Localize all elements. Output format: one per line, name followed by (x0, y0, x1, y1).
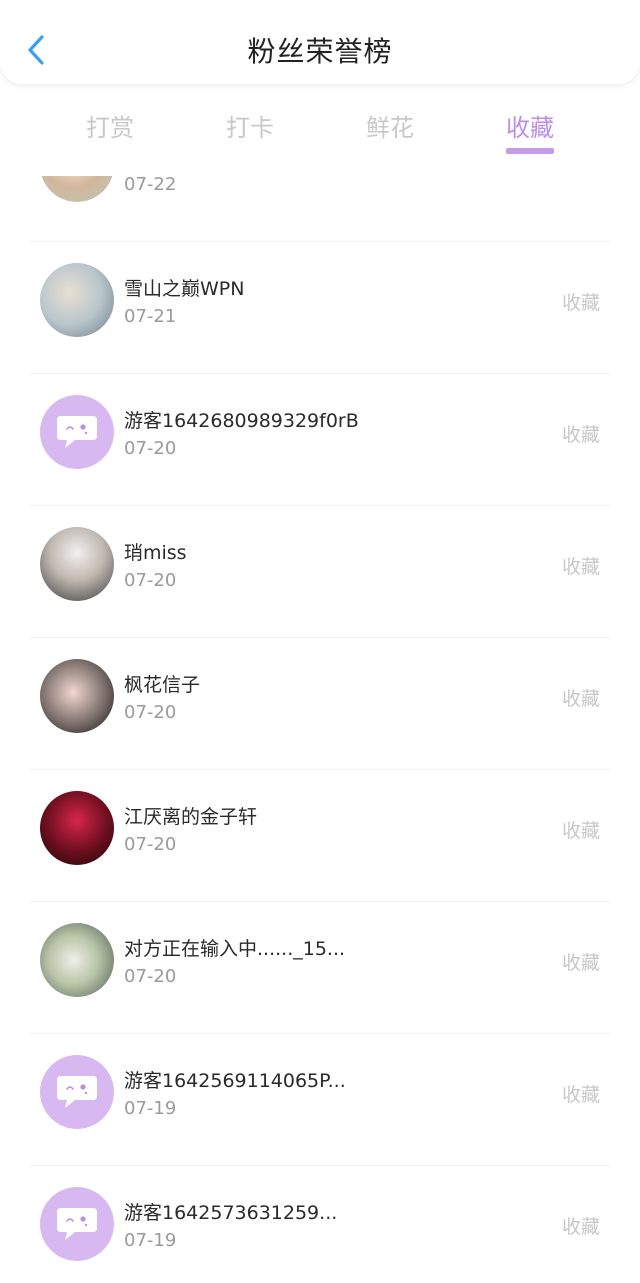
item-date: 07-19 (124, 1230, 177, 1251)
favorite-label: 收藏 (561, 556, 600, 578)
item-name: 琑miss (124, 542, 187, 564)
default-chat-icon (57, 1208, 97, 1240)
item-date: 07-20 (124, 438, 177, 459)
item-name: 江厌离的金子轩 (124, 806, 258, 828)
default-chat-icon (57, 416, 97, 448)
default-chat-icon (57, 1076, 97, 1108)
avatar (40, 176, 114, 202)
item-name: 游客1642569114065P... (124, 1070, 346, 1092)
avatar (40, 791, 114, 865)
item-date: 07-19 (124, 1098, 177, 1119)
tab-checkin[interactable]: 打卡 (200, 108, 300, 143)
tab-bar: 打赏 打卡 鲜花 收藏 (0, 84, 640, 176)
list-item[interactable]: 07-22 (0, 176, 640, 242)
list-item[interactable]: 游客1642680989329f0rB 07-20 收藏 (0, 374, 640, 506)
item-name: 游客1642680989329f0rB (124, 410, 359, 432)
active-tab-indicator (506, 148, 554, 154)
list-item[interactable]: 枫花信子 07-20 收藏 (0, 638, 640, 770)
item-date: 07-20 (124, 966, 177, 987)
item-name: 对方正在输入中......_15... (124, 938, 346, 960)
top-bar: 粉丝荣誉榜 (0, 0, 640, 84)
list-item[interactable]: 江厌离的金子轩 07-20 收藏 (0, 770, 640, 902)
avatar (40, 1055, 114, 1129)
list-item[interactable]: 对方正在输入中......_15... 07-20 收藏 (0, 902, 640, 1034)
avatar (40, 923, 114, 997)
favorite-label: 收藏 (561, 292, 600, 314)
tab-favorites[interactable]: 收藏 (480, 108, 580, 143)
item-date: 07-20 (124, 702, 177, 723)
favorite-label: 收藏 (561, 1216, 600, 1238)
item-name: 雪山之巅WPN (124, 278, 245, 300)
item-date: 07-20 (124, 570, 177, 591)
favorite-label: 收藏 (561, 1084, 600, 1106)
page-title: 粉丝荣誉榜 (247, 35, 393, 68)
list-item[interactable]: 琑miss 07-20 收藏 (0, 506, 640, 638)
list-item[interactable]: 游客1642573631259... 07-19 收藏 (0, 1166, 640, 1283)
item-date: 07-21 (124, 306, 177, 327)
favorite-label: 收藏 (561, 952, 600, 974)
item-name: 枫花信子 (124, 674, 201, 696)
item-date: 07-22 (124, 176, 177, 195)
tab-reward[interactable]: 打赏 (60, 108, 160, 143)
avatar (40, 263, 114, 337)
item-date: 07-20 (124, 834, 177, 855)
avatar (40, 1187, 114, 1261)
favorite-label: 收藏 (561, 820, 600, 842)
fan-list: 07-22 雪山之巅WPN 07-21 收藏 游客1642680989329f0… (0, 176, 640, 1283)
avatar (40, 527, 114, 601)
favorite-label: 收藏 (561, 424, 600, 446)
tab-flowers[interactable]: 鲜花 (340, 108, 440, 143)
item-name: 游客1642573631259... (124, 1202, 338, 1224)
avatar (40, 395, 114, 469)
list-item[interactable]: 雪山之巅WPN 07-21 收藏 (0, 242, 640, 374)
list-item[interactable]: 游客1642569114065P... 07-19 收藏 (0, 1034, 640, 1166)
favorite-label: 收藏 (561, 688, 600, 710)
avatar (40, 659, 114, 733)
